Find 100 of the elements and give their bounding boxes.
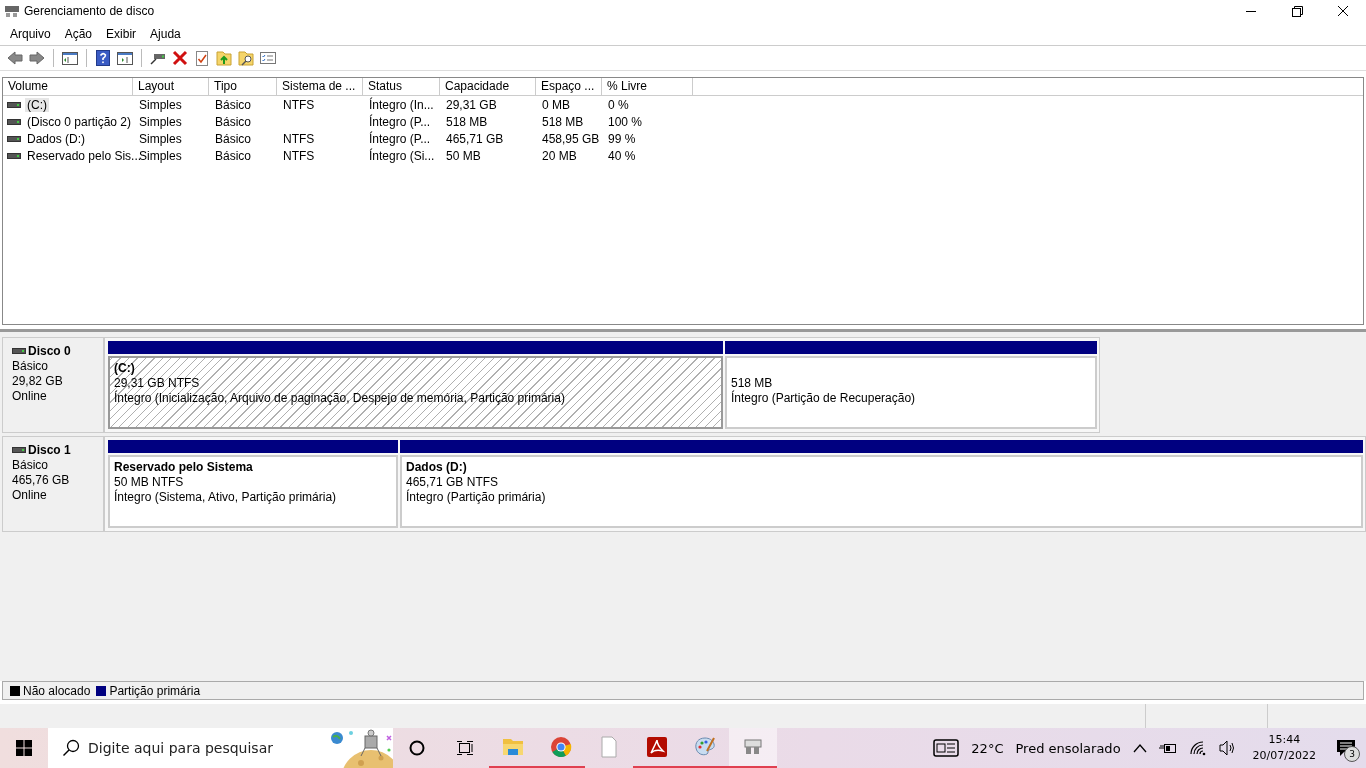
delete-icon[interactable] <box>171 49 189 67</box>
clock-time[interactable]: 15:44 <box>1268 732 1301 748</box>
disk-type: Básico <box>12 359 50 374</box>
table-cell-text: Básico <box>214 114 253 129</box>
menu-item[interactable]: Exibir <box>99 26 144 41</box>
column-header[interactable]: Sistema de ... <box>277 78 363 95</box>
partition-size: 465,71 GB NTFS <box>406 475 500 489</box>
table-cell-text: 518 MB <box>445 114 489 129</box>
menu-item[interactable]: Ação <box>57 26 100 41</box>
drive-label[interactable]: Dados (D:) <box>25 131 87 146</box>
table-cell-text: 40 % <box>607 148 637 163</box>
partition-block[interactable]: Dados (D:) 465,71 GB NTFS Íntegro (Partição primária) <box>400 455 1363 528</box>
menu-item[interactable]: Arquivo <box>3 26 58 41</box>
disk-management-icon <box>4 3 20 19</box>
disk-size: 465,76 GB <box>12 473 71 488</box>
partition-status: Íntegro (Partição de Recuperação) <box>731 391 917 406</box>
table-cell-text: Simples <box>138 114 183 129</box>
partition-status: Íntegro (Inicialização, Arquivo de paginação, Despejo de memória, Partição primária) <box>114 391 566 406</box>
windows-start-icon[interactable] <box>16 740 32 756</box>
table-cell-text: Íntegro (Si... <box>368 148 436 163</box>
table-cell-text: Básico <box>214 97 253 112</box>
folder-search-icon[interactable] <box>237 49 255 67</box>
speaker-volume-icon[interactable] <box>1218 740 1237 756</box>
table-cell-text: Íntegro (P... <box>368 114 432 129</box>
temperature[interactable]: 22°C <box>971 740 1004 756</box>
pdf-icon <box>645 735 669 759</box>
news-icon[interactable] <box>933 739 960 757</box>
legend-label: Partição primária <box>109 683 201 698</box>
clock-date[interactable]: 20/07/2022 <box>1252 748 1316 764</box>
search-field[interactable]: Digite aqui para pesquisar <box>48 728 393 768</box>
table-cell-text: 0 MB <box>541 97 571 112</box>
disk-status: Online <box>12 488 48 503</box>
column-header[interactable]: Volume <box>3 78 133 95</box>
table-cell-text: 0 % <box>607 97 630 112</box>
column-header[interactable]: Espaço ... <box>536 78 602 95</box>
partition-size: 50 MB NTFS <box>114 475 185 489</box>
help-icon[interactable] <box>94 49 112 67</box>
back-arrow-icon[interactable] <box>6 49 24 67</box>
disk-info-panel[interactable]: Disco 1 Básico 465,76 GB Online <box>2 436 104 532</box>
column-header[interactable]: % Livre <box>602 78 693 95</box>
table-cell-text: 99 % <box>607 131 637 146</box>
table-cell-text: NTFS <box>282 148 316 163</box>
chevron-up-icon[interactable] <box>1132 743 1147 753</box>
moon-lander-drawing <box>329 728 393 768</box>
table-cell-text: Simples <box>138 97 183 112</box>
weather-text[interactable]: Pred ensolarado <box>1015 740 1121 756</box>
table-cell-text: 465,71 GB <box>445 131 505 146</box>
disk-info-panel[interactable]: Disco 0 Básico 29,82 GB Online <box>2 337 104 433</box>
column-header[interactable]: Tipo <box>209 78 277 95</box>
partition-size: 29,31 GB NTFS <box>114 376 201 390</box>
drive-label[interactable]: (Disco 0 partição 2) <box>25 114 134 129</box>
menu-item[interactable]: Ajuda <box>143 26 188 41</box>
table-cell-text: NTFS <box>282 97 316 112</box>
table-cell-text: Básico <box>214 131 253 146</box>
table-cell-text: Básico <box>214 148 253 163</box>
disk-name: Disco 1 <box>28 443 71 457</box>
partition-block[interactable]: (C:) 29,31 GB NTFS Íntegro (Inicialização, Arquivo de paginação, Despejo de memória, Partição primária) <box>108 356 723 429</box>
partition-status: Íntegro (Sistema, Ativo, Partição primária) <box>114 490 338 505</box>
column-header[interactable]: Capacidade <box>440 78 536 95</box>
table-cell-text: 50 MB <box>445 148 482 163</box>
table-cell-text: 458,95 GB <box>541 131 601 146</box>
folder-up-arrow-icon[interactable] <box>215 49 233 67</box>
partition-name: Reservado pelo Sistema <box>114 460 254 475</box>
legend-label: Não alocado <box>23 683 91 698</box>
table-cell-text: 100 % <box>607 114 644 129</box>
action-pane-icon[interactable] <box>116 49 134 67</box>
drive-icon <box>12 444 26 456</box>
drive-label[interactable]: (C:) <box>25 97 49 112</box>
task-view-icon[interactable] <box>456 740 474 756</box>
partition-name: Dados (D:) <box>406 460 468 475</box>
partition-status: Íntegro (Partição primária) <box>406 490 547 505</box>
table-cell-text: Íntegro (In... <box>368 97 435 112</box>
battery-charging-icon[interactable] <box>1158 742 1177 754</box>
disk-status: Online <box>12 389 48 404</box>
forward-arrow-icon[interactable] <box>28 49 46 67</box>
chrome-icon <box>549 735 573 759</box>
table-cell-text: 20 MB <box>541 148 578 163</box>
notification-button[interactable]: 3 <box>1326 728 1366 768</box>
window-title: Gerenciamento de disco <box>24 4 155 18</box>
cortana-circle-icon[interactable] <box>409 740 425 756</box>
table-cell-text: Íntegro (P... <box>368 131 432 146</box>
table-cell-text: Simples <box>138 131 183 146</box>
drive-icon <box>12 345 26 357</box>
partition-block[interactable]: Reservado pelo Sistema 50 MB NTFS Íntegro (Sistema, Ativo, Partição primária) <box>108 455 398 528</box>
disk-type: Básico <box>12 458 50 473</box>
taskbar-app-button[interactable] <box>729 728 777 768</box>
console-tree-icon[interactable] <box>61 49 79 67</box>
disk-name: Disco 0 <box>28 344 71 358</box>
wifi-icon[interactable] <box>1188 740 1207 756</box>
partition-block[interactable]: 518 MB Íntegro (Partição de Recuperação) <box>725 356 1097 429</box>
partition-size: 518 MB <box>731 376 774 390</box>
disk-size: 29,82 GB <box>12 374 64 389</box>
table-cell-text: NTFS <box>282 131 316 146</box>
properties-icon[interactable] <box>193 49 211 67</box>
column-header[interactable]: Status <box>363 78 440 95</box>
partition-name: (C:) <box>114 361 136 376</box>
notification-count-badge: 3 <box>1344 746 1360 762</box>
column-header[interactable]: Layout <box>133 78 209 95</box>
table-cell-text: 29,31 GB <box>445 97 498 112</box>
checklist-icon[interactable] <box>259 49 277 67</box>
